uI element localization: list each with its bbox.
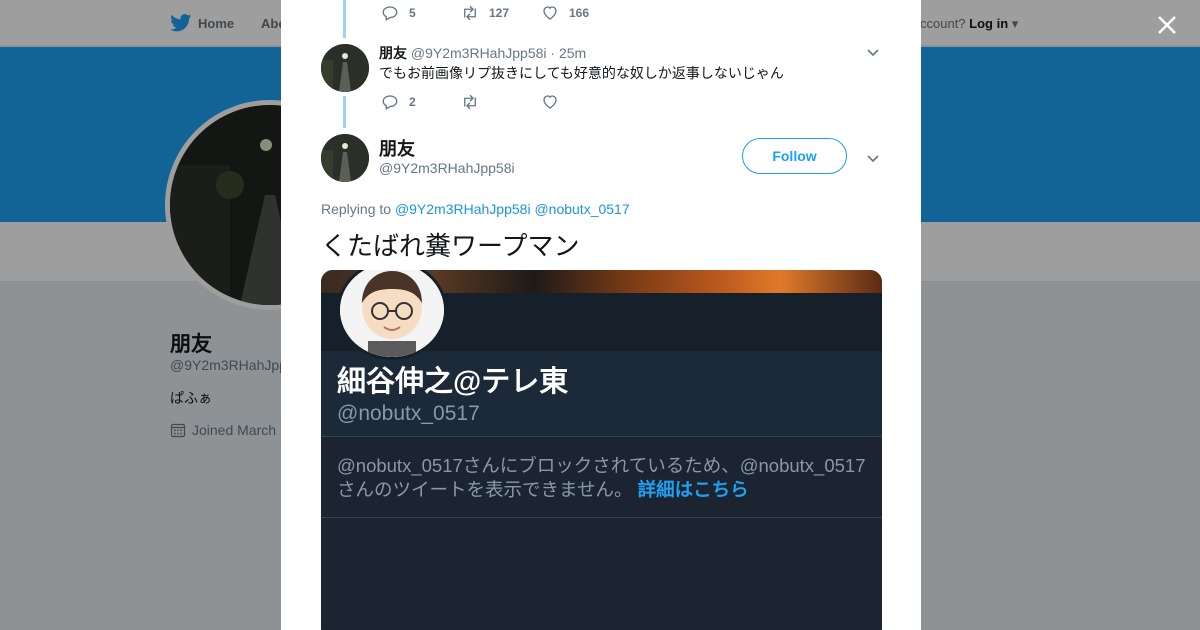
close-icon[interactable] xyxy=(1154,12,1180,38)
like-action[interactable]: 166 xyxy=(541,4,621,22)
tweet-permalink-modal: 5 127 166 朋友 @9Y2m3RHahJpp58i · 25m でもお前… xyxy=(281,0,921,630)
replying-to-mention[interactable]: @nobutx_0517 xyxy=(534,201,629,217)
reply-author-handle[interactable]: @9Y2m3RHahJpp58i xyxy=(411,45,547,61)
reply-icon xyxy=(382,6,398,21)
divider xyxy=(321,517,882,518)
reply-action[interactable]: 2 xyxy=(381,93,461,111)
like-icon xyxy=(543,95,557,109)
replying-prefix: Replying to xyxy=(321,201,392,217)
blocked-message: @nobutx_0517さんにブロックされているため、@nobutx_0517さ… xyxy=(337,454,872,502)
reply-tweet-header: 朋友 @9Y2m3RHahJpp58i · 25m xyxy=(379,43,586,63)
reply-avatar[interactable] xyxy=(321,44,369,92)
replying-to-mention[interactable]: @9Y2m3RHahJpp58i xyxy=(395,201,531,217)
retweet-icon xyxy=(464,5,476,21)
reply-count: 2 xyxy=(409,95,416,109)
chevron-down-icon[interactable] xyxy=(866,151,880,165)
main-tweet-avatar[interactable] xyxy=(321,134,369,182)
replying-to: Replying to @9Y2m3RHahJpp58i @nobutx_051… xyxy=(321,201,630,217)
reply-author-name[interactable]: 朋友 xyxy=(379,45,407,61)
screenshot-handle: @nobutx_0517 xyxy=(337,402,480,425)
retweet-icon xyxy=(464,94,476,110)
reply-icon xyxy=(382,95,398,110)
reply-action[interactable]: 5 xyxy=(381,4,461,22)
night-street-photo xyxy=(321,44,369,92)
screenshot-display-name: 細谷伸之@テレ東 xyxy=(337,366,569,398)
like-count: 166 xyxy=(569,6,590,20)
chevron-down-icon[interactable] xyxy=(866,45,880,59)
main-author-name[interactable]: 朋友 xyxy=(379,135,415,161)
blocked-message-text: @nobutx_0517さんにブロックされているため、@nobutx_0517さ… xyxy=(337,455,866,500)
reply-count: 5 xyxy=(409,6,416,20)
cartoon-face-icon xyxy=(340,270,444,357)
divider xyxy=(321,436,882,437)
learn-more-link: 詳細はこちら xyxy=(637,479,749,500)
reply-timestamp[interactable]: 25m xyxy=(559,45,586,61)
thread-connector xyxy=(343,0,346,38)
reply-tweet-actions: 2 xyxy=(381,93,621,111)
reply-tweet-text: でもお前画像リプ抜きにしても好意的な奴しか返事しないじゃん xyxy=(379,65,784,81)
meta-separator: · xyxy=(550,45,556,61)
like-icon xyxy=(543,6,557,20)
like-action[interactable] xyxy=(541,93,621,111)
main-author-handle[interactable]: @9Y2m3RHahJpp58i xyxy=(379,160,515,176)
retweet-count: 127 xyxy=(489,6,510,20)
retweet-action[interactable]: 127 xyxy=(461,4,541,22)
night-street-photo xyxy=(321,134,369,182)
retweet-action[interactable] xyxy=(461,93,541,111)
main-tweet-text: くたばれ糞ワープマン xyxy=(321,231,580,261)
prev-tweet-actions: 5 127 166 xyxy=(381,4,621,22)
thread-connector xyxy=(343,96,346,128)
tweet-media-image[interactable]: 細谷伸之@テレ東 @nobutx_0517 @nobutx_0517さんにブロッ… xyxy=(321,270,882,630)
follow-button[interactable]: Follow xyxy=(742,138,847,174)
